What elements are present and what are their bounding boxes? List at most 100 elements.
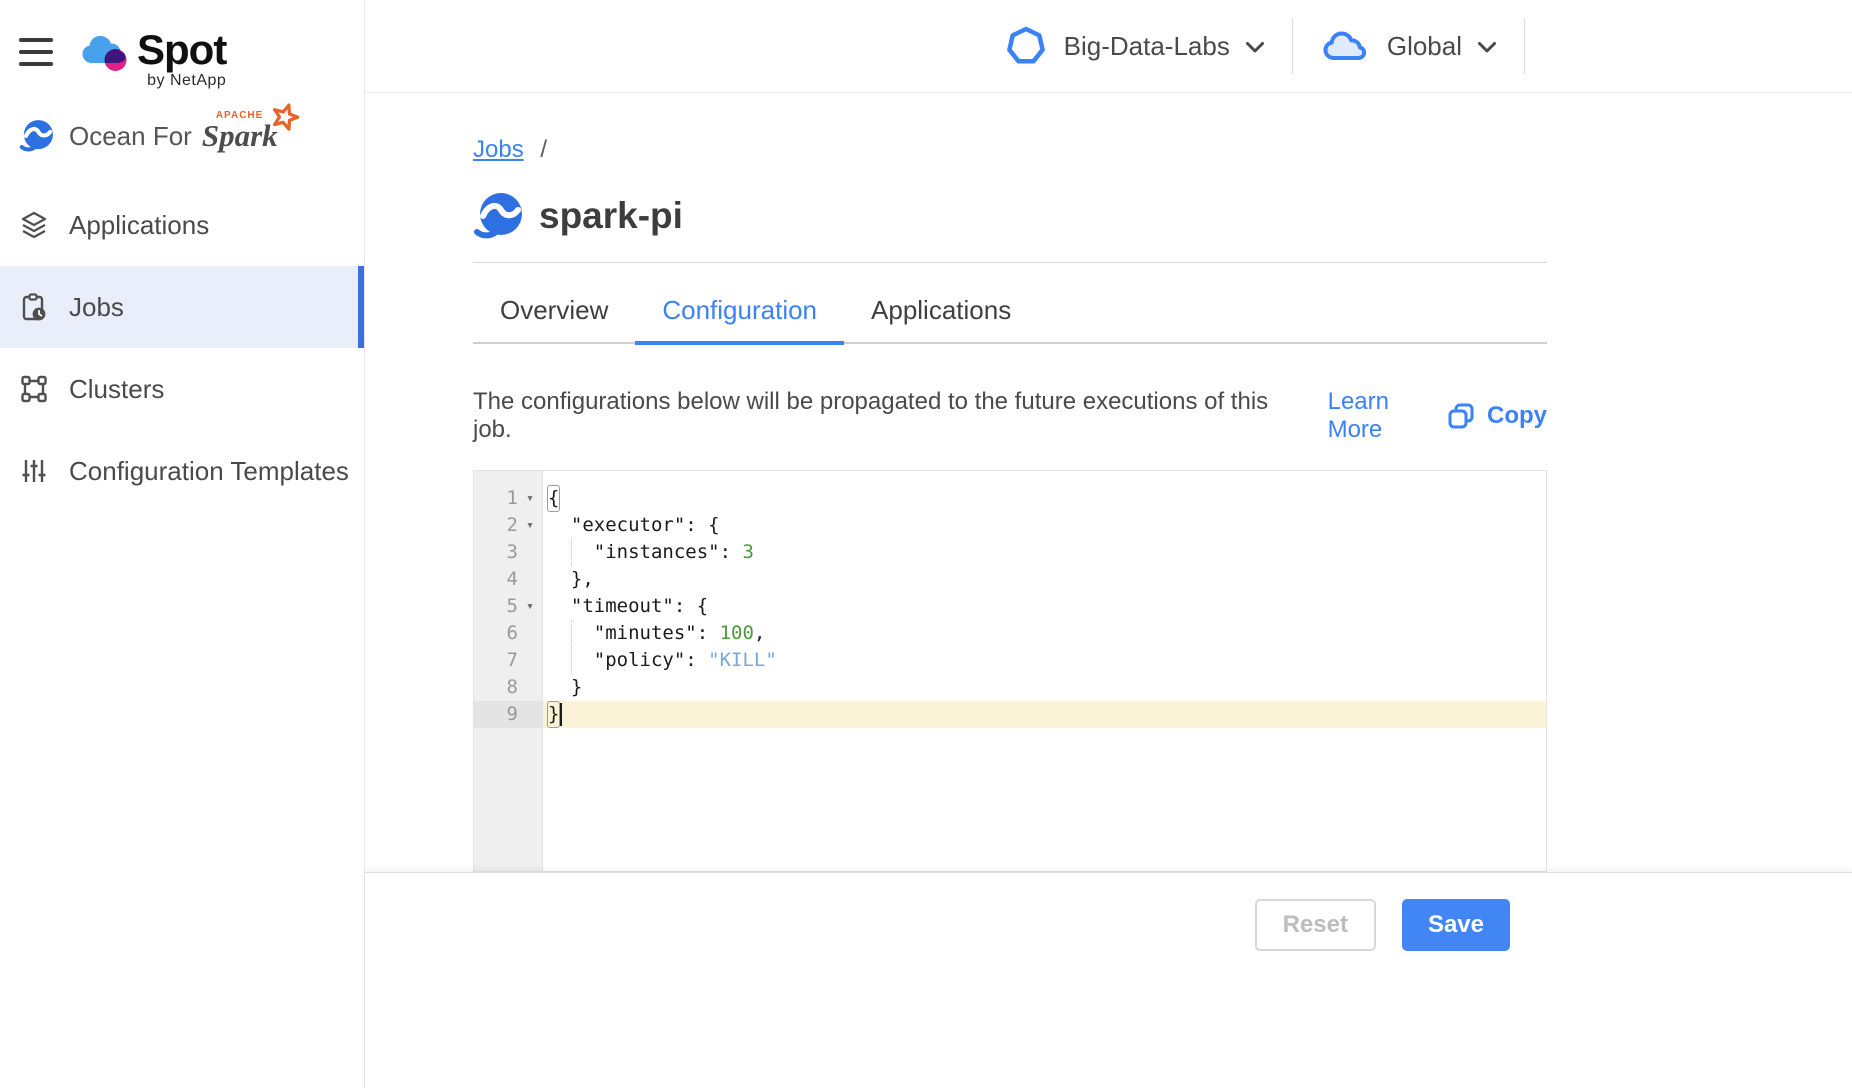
code-line-9[interactable]: } — [543, 701, 1546, 728]
code-token: "instances": — [548, 541, 742, 563]
gutter-line-4: 4 — [474, 566, 542, 593]
scope-selector[interactable]: Global — [1321, 29, 1496, 63]
code-line-8[interactable]: } — [543, 674, 1546, 701]
gutter-line-1: 1▾ — [474, 485, 542, 512]
learn-more-link[interactable]: Learn More — [1328, 388, 1448, 444]
code-line-2[interactable]: "executor": { — [543, 512, 1546, 539]
code-token: } — [548, 676, 582, 698]
sidebar-item-label: Clusters — [69, 374, 164, 405]
tab-overview[interactable]: Overview — [473, 263, 635, 342]
sidebar-item-label: Jobs — [69, 292, 124, 323]
fold-arrow-icon[interactable]: ▾ — [518, 512, 542, 539]
cloud-scope-icon — [1321, 29, 1369, 63]
code-line-5[interactable]: "timeout": { — [543, 593, 1546, 620]
fold-spacer — [518, 620, 542, 647]
code-line-7[interactable]: "policy": "KILL" — [543, 647, 1546, 674]
sidebar: Spot by NetApp Ocean For APACHE Spark — [0, 0, 365, 1088]
sliders-icon — [21, 457, 47, 485]
code-token: , — [754, 622, 765, 644]
tab-configuration[interactable]: Configuration — [635, 263, 844, 342]
code-token: { — [547, 485, 560, 512]
brand-name: Spot — [137, 30, 226, 70]
jobs-clipboard-icon — [21, 293, 47, 321]
gutter-line-6: 6 — [474, 620, 542, 647]
ocean-for-spark-logo: Ocean For APACHE Spark — [0, 118, 364, 154]
product-name: Ocean For — [69, 121, 192, 152]
content-area: Jobs / spark-pi Overview Configuration A… — [365, 93, 1852, 872]
text-cursor — [560, 703, 562, 726]
code-line-6[interactable]: "minutes": 100, — [543, 620, 1546, 647]
code-token: "timeout": { — [548, 595, 708, 617]
org-selector[interactable]: Big-Data-Labs — [1006, 26, 1264, 66]
page-title: spark-pi — [539, 195, 683, 237]
sidebar-item-label: Configuration Templates — [69, 456, 349, 487]
gutter-line-5: 5▾ — [474, 593, 542, 620]
fold-spacer — [518, 701, 542, 728]
json-config-editor[interactable]: 1▾2▾345▾6789 { "executor": { "instances"… — [473, 470, 1547, 872]
copy-button[interactable]: Copy — [1448, 402, 1547, 430]
hamburger-menu-icon[interactable] — [19, 38, 53, 74]
copy-icon — [1448, 403, 1474, 429]
ocean-wave-icon — [19, 118, 55, 154]
chevron-down-icon — [1246, 42, 1264, 53]
code-token: 3 — [742, 541, 753, 563]
reset-button[interactable]: Reset — [1255, 899, 1376, 951]
sidebar-item-clusters[interactable]: Clusters — [0, 348, 364, 430]
code-token: "KILL" — [708, 649, 777, 671]
code-line-1[interactable]: { — [543, 485, 1546, 512]
editor-code[interactable]: { "executor": { "instances": 3 }, "timeo… — [543, 471, 1546, 871]
fold-spacer — [518, 647, 542, 674]
indent-guide — [571, 620, 572, 647]
sidebar-nav: Applications Jobs C — [0, 184, 364, 512]
gutter-line-7: 7 — [474, 647, 542, 674]
apache-spark-logo: APACHE Spark — [202, 122, 278, 150]
heptagon-org-icon — [1006, 26, 1046, 66]
spot-logo: Spot by NetApp — [79, 30, 226, 90]
tab-applications[interactable]: Applications — [844, 263, 1038, 342]
header-divider — [1524, 18, 1525, 74]
tab-bar: Overview Configuration Applications — [473, 263, 1547, 344]
spark-star-icon — [270, 102, 300, 132]
chevron-down-icon — [1478, 42, 1496, 53]
gutter-line-3: 3 — [474, 539, 542, 566]
fold-arrow-icon[interactable]: ▾ — [518, 485, 542, 512]
code-token: }, — [548, 568, 594, 590]
editor-gutter: 1▾2▾345▾6789 — [474, 471, 543, 871]
brand-byline: by NetApp — [147, 72, 226, 90]
code-line-4[interactable]: }, — [543, 566, 1546, 593]
gutter-line-8: 8 — [474, 674, 542, 701]
spark-wordmark: Spark — [202, 122, 278, 150]
code-line-3[interactable]: "instances": 3 — [543, 539, 1546, 566]
org-name: Big-Data-Labs — [1064, 31, 1230, 62]
fold-spacer — [518, 566, 542, 593]
sidebar-item-jobs[interactable]: Jobs — [0, 266, 364, 348]
spot-cloud-icon — [79, 32, 129, 72]
header-divider — [1292, 18, 1293, 74]
gutter-line-9: 9 — [474, 701, 542, 728]
scope-name: Global — [1387, 31, 1462, 62]
clusters-icon — [21, 375, 47, 403]
indent-guide — [571, 647, 572, 674]
ocean-wave-icon — [473, 190, 525, 242]
code-token: "policy": — [548, 649, 708, 671]
breadcrumb-separator: / — [540, 136, 547, 163]
sidebar-item-label: Applications — [69, 210, 209, 241]
action-footer: Reset Save — [365, 872, 1852, 1088]
top-header: Big-Data-Labs Global — [365, 0, 1852, 93]
code-token: "executor": { — [548, 514, 720, 536]
config-description: The configurations below will be propaga… — [473, 388, 1298, 444]
copy-label: Copy — [1487, 402, 1547, 430]
indent-guide — [571, 539, 572, 566]
sidebar-item-applications[interactable]: Applications — [0, 184, 364, 266]
code-token: 100 — [720, 622, 754, 644]
app-window: Spot by NetApp Ocean For APACHE Spark — [0, 0, 1852, 1088]
code-token: "minutes": — [548, 622, 720, 644]
fold-arrow-icon[interactable]: ▾ — [518, 593, 542, 620]
breadcrumb-jobs-link[interactable]: Jobs — [473, 136, 524, 163]
save-button[interactable]: Save — [1402, 899, 1510, 951]
code-token: } — [547, 701, 560, 728]
fold-spacer — [518, 674, 542, 701]
gutter-line-2: 2▾ — [474, 512, 542, 539]
sidebar-item-configuration-templates[interactable]: Configuration Templates — [0, 430, 364, 512]
breadcrumb: Jobs / — [473, 136, 1852, 164]
